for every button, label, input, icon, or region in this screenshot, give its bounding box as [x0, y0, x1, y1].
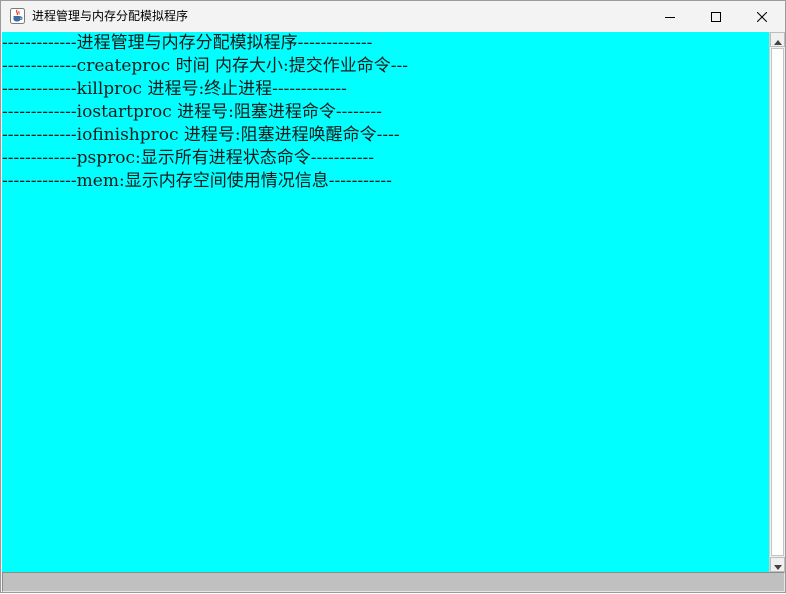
app-window: 进程管理与内存分配模拟程序 -------------进程管理与内存分配模拟程序…	[0, 0, 786, 594]
java-cup-icon	[10, 8, 25, 24]
console-line: -------------进程管理与内存分配模拟程序-------------	[2, 33, 373, 53]
command-input[interactable]	[3, 575, 784, 594]
title-bar[interactable]: 进程管理与内存分配模拟程序	[1, 1, 785, 31]
minimize-icon	[665, 7, 675, 26]
chevron-up-icon	[773, 30, 782, 49]
console-text-area[interactable]: -------------进程管理与内存分配模拟程序------------- …	[2, 32, 769, 572]
maximize-icon	[711, 7, 721, 26]
window-title: 进程管理与内存分配模拟程序	[32, 9, 189, 23]
close-button[interactable]	[739, 1, 785, 31]
minimize-button[interactable]	[647, 1, 693, 31]
scroll-up-button[interactable]	[770, 32, 785, 47]
scroll-down-button[interactable]	[770, 557, 785, 572]
console-line: -------------killproc 进程号:终止进程----------…	[2, 79, 347, 99]
console-line: -------------iostartproc 进程号:阻塞进程命令-----…	[2, 102, 382, 122]
maximize-button[interactable]	[693, 1, 739, 31]
vertical-scrollbar[interactable]	[769, 32, 785, 572]
close-icon	[756, 7, 768, 26]
console-line: -------------psproc:显示所有进程状态命令----------…	[2, 148, 374, 168]
console-line: -------------mem:显示内存空间使用情况信息-----------	[2, 171, 392, 191]
scroll-thumb[interactable]	[771, 48, 784, 556]
console-line: -------------createproc 时间 内存大小:提交作业命令--…	[2, 56, 408, 76]
command-input-container	[2, 572, 785, 594]
console-line: -------------iofinishproc 进程号:阻塞进程唤醒命令--…	[2, 125, 400, 145]
